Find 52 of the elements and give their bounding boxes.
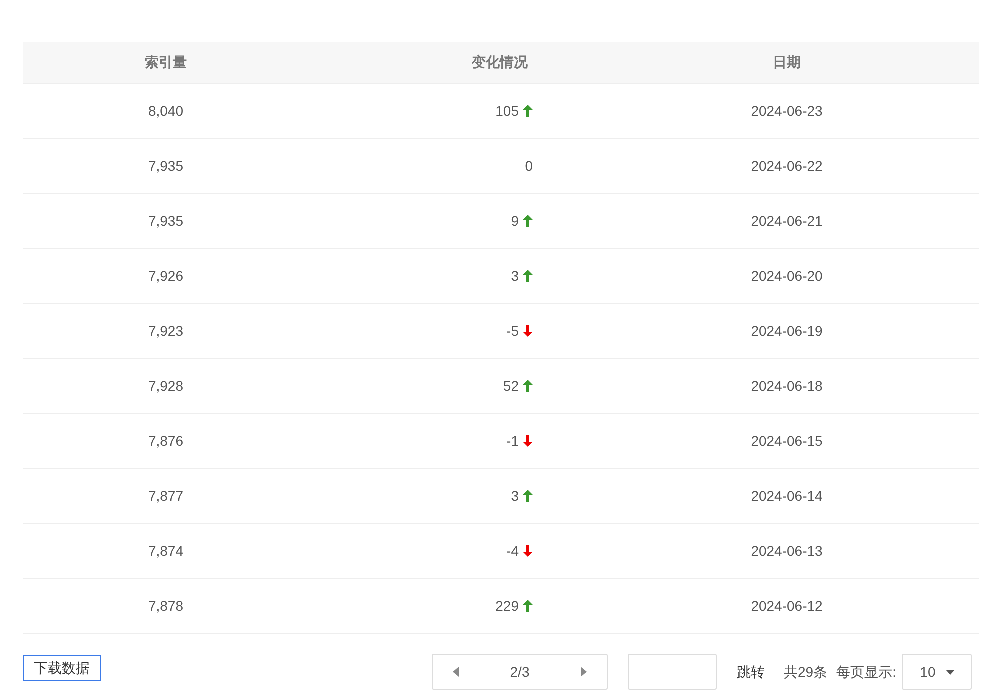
table-cell-text: -4 [506,542,519,560]
table-cell-text: 52 [503,376,519,396]
up-arrow-icon [523,215,533,227]
table-cell-text: 9 [511,212,519,230]
table-cell-text: 2024-06-12 [751,596,823,616]
table-cell-text: 229 [496,596,519,616]
table-cell-text: 7,874 [148,542,184,560]
table-cell-text: 2024-06-22 [751,156,823,176]
dropdown-caret-icon [946,670,955,674]
table-cell-text: 3 [511,266,519,286]
page-indicator: 2/3 [510,662,530,682]
table-cell-text: 2024-06-15 [751,432,823,450]
table-cell-text: 7,877 [148,486,184,506]
previous-page-icon[interactable] [453,667,459,677]
table-cell-text: 2024-06-21 [751,212,823,230]
down-arrow-icon [523,325,533,337]
table-cell-text: 7,876 [148,432,184,450]
column-header: 索引量 [145,53,187,72]
up-arrow-icon [523,490,533,502]
table-cell-text: 7,878 [148,596,184,616]
table-cell-text: 7,928 [148,376,184,396]
table-cell-text: 105 [496,102,519,120]
up-arrow-icon [523,380,533,392]
up-arrow-icon [523,105,533,117]
table-cell-text: 2024-06-20 [751,266,823,286]
down-arrow-icon [523,435,533,447]
table-cell-text: 2024-06-14 [751,486,823,506]
table-cell-text: 2024-06-19 [751,322,823,340]
table-cell-text: 2024-06-13 [751,542,823,560]
up-arrow-icon [523,270,533,282]
jump-button[interactable]: 跳转 [737,654,765,690]
page-size-select[interactable]: 10 [902,654,972,690]
table-cell-text: 2024-06-18 [751,376,823,396]
table-cell-text: 7,935 [148,212,184,230]
total-count: 共29条 [784,663,828,682]
next-page-icon[interactable] [581,667,587,677]
column-header: 变化情况 [472,53,528,72]
table-cell-text: 3 [511,486,519,506]
page-number-field[interactable] [628,654,717,690]
table-cell-text: 8,040 [148,102,184,120]
column-header: 日期 [773,53,801,72]
table-cell-text: 7,923 [148,322,184,340]
table-cell-text: 7,926 [148,266,184,286]
page-size-label: 每页显示: [836,663,896,682]
up-arrow-icon [523,600,533,612]
down-arrow-icon [523,545,533,557]
table-cell-text: 7,935 [148,156,184,176]
table-cell-text: -5 [506,322,519,340]
download-button[interactable]: 下载数据 [23,655,101,681]
table-cell-text: 0 [525,156,533,176]
table-cell-text: -1 [506,432,519,450]
table-cell-text: 2024-06-23 [751,102,823,120]
